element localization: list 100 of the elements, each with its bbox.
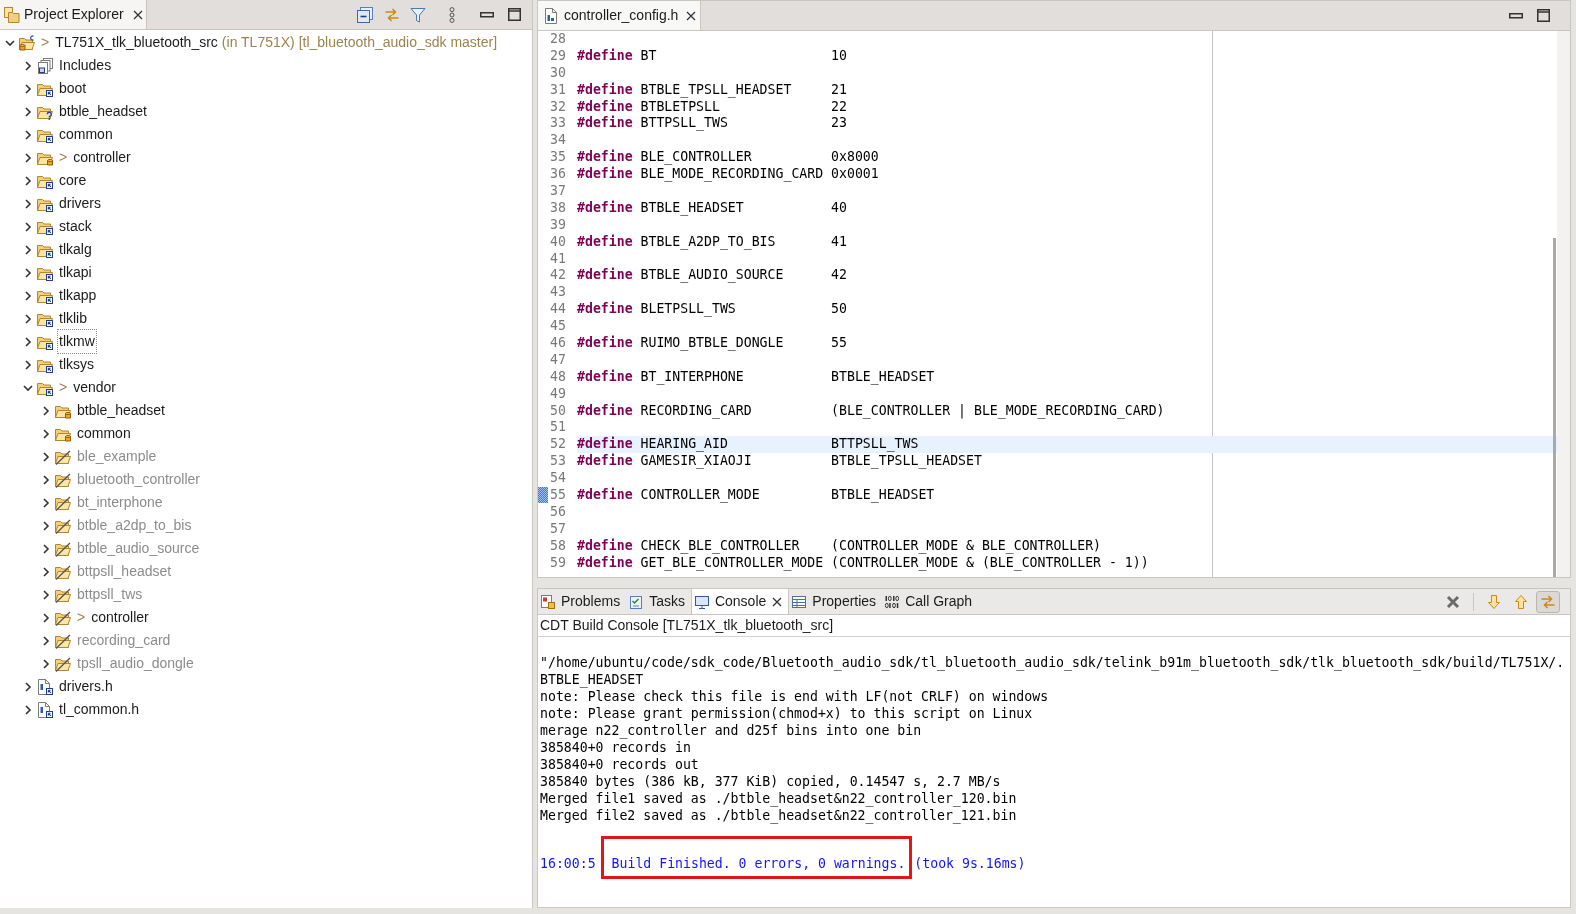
line-number: 59 [549, 554, 566, 572]
line-number: 44 [549, 301, 566, 319]
chevron-right-icon[interactable] [41, 405, 51, 416]
crossed-folder-icon [55, 655, 71, 672]
chevron-right-icon[interactable] [23, 681, 33, 692]
tree-item[interactable]: stack [59, 216, 92, 237]
tree-item[interactable]: TL751X_tlk_bluetooth_src [55, 32, 218, 53]
chevron-down-icon[interactable] [5, 37, 15, 48]
chevron-right-icon[interactable] [23, 129, 33, 140]
chevron-right-icon[interactable] [23, 244, 33, 255]
tree-item[interactable]: core [59, 170, 87, 191]
tree-item[interactable]: drivers [59, 193, 101, 214]
tree-item[interactable]: tlkapi [59, 262, 92, 283]
vertical-dots-icon [449, 6, 455, 23]
minimize-icon[interactable] [480, 11, 494, 18]
chevron-right-icon[interactable] [41, 497, 51, 508]
swap-arrows-icon [1540, 593, 1556, 610]
tree-item[interactable]: btble_audio_source [77, 538, 200, 559]
crossed-folder-icon [55, 586, 71, 603]
chevron-right-icon[interactable] [23, 267, 33, 278]
tree-item[interactable]: tpsll_audio_dongle [77, 653, 194, 674]
chevron-right-icon[interactable] [23, 359, 33, 370]
chevron-right-icon[interactable] [23, 221, 33, 232]
line-number: 41 [549, 250, 566, 268]
code-line: #define BTBLE_HEADSET 40 [577, 199, 847, 217]
close-icon[interactable] [772, 596, 783, 607]
panel-tab[interactable]: Tasks [626, 589, 691, 614]
crossed-folder-icon [55, 448, 71, 465]
tree-item[interactable]: common [77, 423, 131, 444]
chevron-right-icon[interactable] [23, 175, 33, 186]
scrollbar-thumb[interactable] [1553, 238, 1556, 577]
maximize-icon[interactable] [1536, 9, 1550, 22]
chevron-right-icon[interactable] [23, 60, 33, 71]
tree-item[interactable]: tlkapp [59, 285, 97, 306]
chevron-right-icon[interactable] [41, 428, 51, 439]
chevron-right-icon[interactable] [41, 658, 51, 669]
code-line: #define BTBLE_AUDIO_SOURCE 42 [577, 267, 847, 285]
tree-item[interactable]: btble_a2dp_to_bis [77, 515, 192, 536]
panel-tab[interactable]: Properties [789, 589, 883, 614]
line-number: 29 [549, 47, 566, 65]
console-line: "/home/ubuntu/code/sdk_code/Bluetooth_audio_sdk/tl_bluetooth_audio_sdk/telink_b91m_bluetooth_sdk/tlk_bluetooth_sdk/build/TL751X/. [540, 654, 1565, 671]
code-line: #define BTBLE_A2DP_TO_BIS 41 [577, 233, 847, 251]
chevron-right-icon[interactable] [41, 612, 51, 623]
close-icon[interactable] [132, 9, 143, 20]
chevron-right-icon[interactable] [23, 290, 33, 301]
line-number: 55 [549, 487, 566, 504]
view-tab[interactable]: Project Explorer [0, 0, 147, 29]
chevron-right-icon[interactable] [41, 451, 51, 462]
panel-tab[interactable]: Console [690, 589, 790, 614]
includes-icon [37, 57, 53, 74]
tree-item[interactable]: vendor [73, 377, 116, 398]
tree-item[interactable]: controller [73, 147, 131, 168]
tree-item[interactable]: btble_headset [77, 400, 165, 421]
chevron-right-icon[interactable] [23, 336, 33, 347]
chevron-right-icon[interactable] [41, 589, 51, 600]
change-marker: > [59, 378, 68, 397]
tree-item[interactable]: ble_example [77, 446, 157, 467]
tree-item[interactable]: tlkmw [59, 331, 95, 352]
minimize-icon[interactable] [1509, 12, 1523, 19]
tree-item[interactable]: boot [59, 78, 87, 99]
chevron-right-icon[interactable] [41, 566, 51, 577]
code-line: #define BTBLE_TPSLL_HEADSET 21 [577, 81, 847, 99]
tree-item[interactable]: bluetooth_controller [77, 469, 200, 490]
panel-tab[interactable]: Problems [538, 589, 627, 614]
tree-item[interactable]: recording_card [77, 630, 171, 651]
tree-item[interactable]: tl_common.h [59, 699, 140, 720]
tree-item[interactable]: tlksys [59, 354, 94, 375]
editor-tab[interactable]: controller_config.h [538, 1, 702, 30]
arrow-up-icon [1513, 593, 1529, 610]
crossed-folder-icon [55, 471, 71, 488]
chevron-right-icon[interactable] [23, 313, 33, 324]
chevron-right-icon[interactable] [23, 704, 33, 715]
console-icon [694, 594, 709, 609]
chevron-right-icon[interactable] [23, 198, 33, 209]
line-number: 34 [549, 132, 566, 150]
console-line: Merged file1 saved as ./btble_headset&n22_controller_120.bin [540, 790, 1017, 807]
chevron-right-icon[interactable] [41, 520, 51, 531]
line-number: 58 [549, 537, 566, 555]
chevron-right-icon[interactable] [41, 543, 51, 554]
line-number: 57 [549, 520, 566, 538]
line-number: 35 [549, 149, 566, 167]
tree-item[interactable]: controller [91, 607, 149, 628]
chevron-right-icon[interactable] [41, 635, 51, 646]
panel-tab[interactable]: Call Graph [882, 589, 979, 614]
chevron-right-icon[interactable] [23, 83, 33, 94]
tree-item[interactable]: drivers.h [59, 676, 113, 697]
maximize-icon[interactable] [507, 8, 521, 21]
crossed-folder-icon [55, 540, 71, 557]
tree-item[interactable]: Includes [59, 55, 112, 76]
chevron-right-icon[interactable] [41, 474, 51, 485]
tree-item[interactable]: tlklib [59, 308, 87, 329]
chevron-down-icon[interactable] [23, 382, 33, 393]
change-marker: > [77, 608, 86, 627]
tree-item[interactable]: common [59, 124, 113, 145]
tree-item[interactable]: btble_headset [59, 101, 147, 122]
console-line: merage n22_controller and d25f bins into one bin [540, 722, 922, 739]
tree-item[interactable]: tlkalg [59, 239, 92, 260]
chevron-right-icon[interactable] [23, 106, 33, 117]
close-icon[interactable] [686, 10, 697, 21]
chevron-right-icon[interactable] [23, 152, 33, 163]
